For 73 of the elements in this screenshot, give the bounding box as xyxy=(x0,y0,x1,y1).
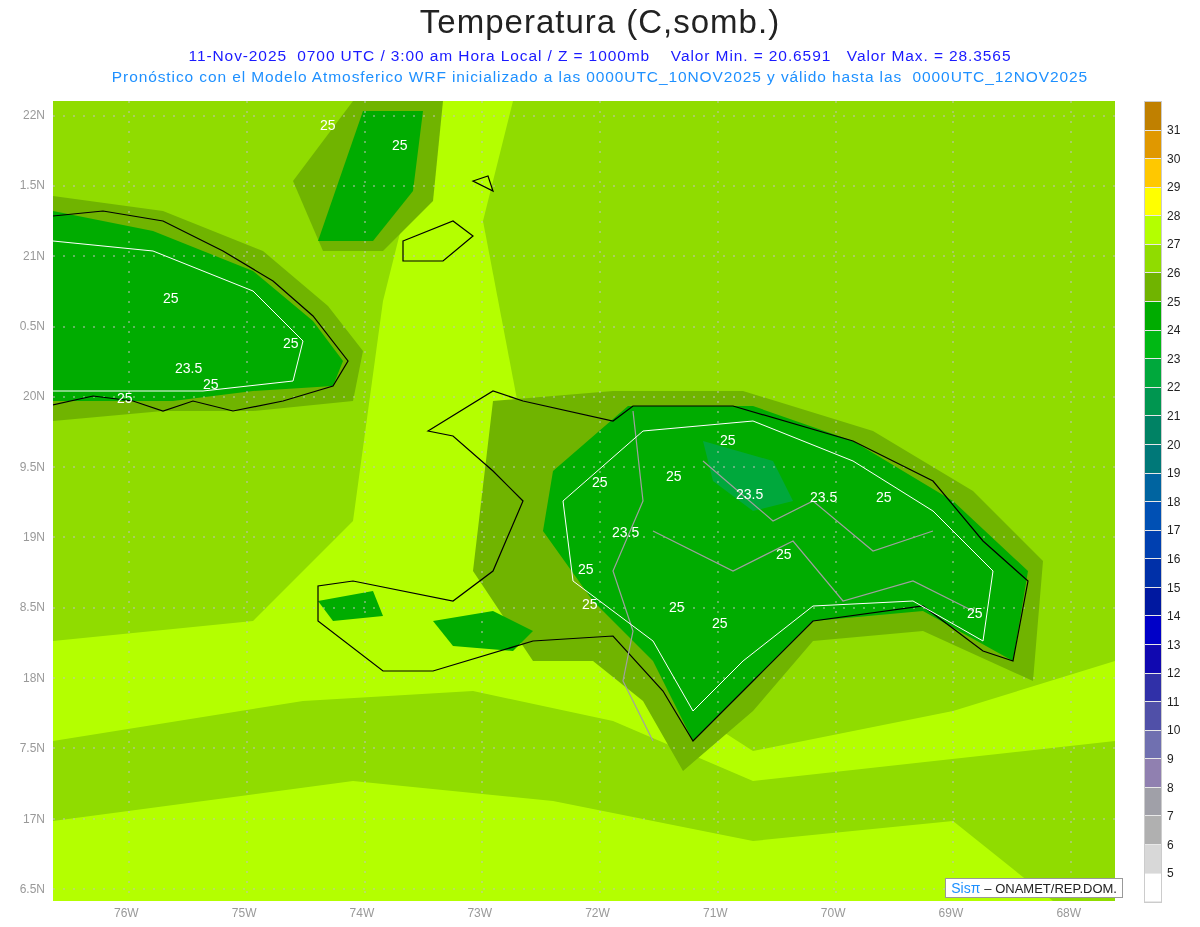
contour-label: 25 xyxy=(712,614,728,632)
longitude-label: 70W xyxy=(820,906,846,920)
scale-label: 29 xyxy=(1167,179,1181,197)
contour-label: 25 xyxy=(592,473,608,491)
scale-label: 19 xyxy=(1167,465,1181,483)
scale-label: 22 xyxy=(1167,379,1181,397)
contour-label: 25 xyxy=(967,604,983,622)
credit-text: – ONAMET/REP.DOM. xyxy=(984,880,1117,896)
scale-label: 20 xyxy=(1167,436,1181,454)
contour-label: 25 xyxy=(666,467,682,485)
latitude-label: 21N xyxy=(23,248,45,263)
scale-label: 18 xyxy=(1167,493,1181,511)
contour-label: 25 xyxy=(776,545,792,563)
latitude-label: 7.5N xyxy=(19,741,45,756)
longitude-label: 68W xyxy=(1056,906,1082,920)
scale-label: 24 xyxy=(1167,322,1181,340)
scale-label: 10 xyxy=(1167,722,1181,740)
contour-label: 25 xyxy=(117,389,133,407)
latitude-label: 22N xyxy=(23,108,45,122)
scale-label: 13 xyxy=(1167,636,1181,654)
scale-label: 30 xyxy=(1167,150,1181,168)
longitude-label: 71W xyxy=(703,906,728,920)
scale-label: 15 xyxy=(1167,579,1181,597)
contour-label: 25 xyxy=(320,116,336,134)
scale-label: 28 xyxy=(1167,207,1181,225)
scale-label: 8 xyxy=(1167,779,1175,797)
chart-subtitle: Pronóstico con el Modelo Atmosferico WRF inicializado a las 0000UTC_10NOV2025 y válido hasta las 0000UTC_12NOV2025 xyxy=(111,67,1089,87)
contour-label: 25 xyxy=(392,136,408,154)
contour-label: 25 xyxy=(669,598,685,616)
scale-label: 9 xyxy=(1167,751,1175,769)
scale-label: 11 xyxy=(1167,693,1181,711)
latitude-label: 19N xyxy=(23,530,45,545)
scale-label: 6 xyxy=(1167,836,1175,854)
scale-label: 5 xyxy=(1167,865,1175,883)
longitude-label: 76W xyxy=(114,906,139,920)
contour-label: 25 xyxy=(203,375,219,393)
longitude-label: 75W xyxy=(231,906,257,920)
scale-label: 26 xyxy=(1167,264,1181,282)
latitude-label: 8.5N xyxy=(19,600,45,615)
chart-title: Temperatura (C,somb.) xyxy=(419,3,781,41)
scale-label: 31 xyxy=(1167,122,1181,139)
contour-label: 25 xyxy=(876,488,892,506)
contour-label: 25 xyxy=(582,595,598,613)
longitude-label: 72W xyxy=(585,906,610,920)
contour-label: 25 xyxy=(283,334,299,352)
scale-label: 12 xyxy=(1167,665,1181,683)
scale-label: 16 xyxy=(1167,550,1181,568)
contour-label: 23.5 xyxy=(612,523,640,541)
scale-label: 14 xyxy=(1167,608,1181,626)
contour-label: 25 xyxy=(720,431,736,449)
scale-label: 21 xyxy=(1167,407,1181,425)
scale-label: 27 xyxy=(1167,236,1181,254)
latitude-label: 17N xyxy=(23,811,45,826)
scale-label: 17 xyxy=(1167,522,1181,540)
contour-label: 25 xyxy=(163,289,179,307)
latitude-label: 0.5N xyxy=(19,319,45,334)
scale-label: 7 xyxy=(1167,808,1175,826)
scale-label: 23 xyxy=(1167,350,1181,368)
latitude-label: 18N xyxy=(23,670,45,685)
longitude-label: 74W xyxy=(349,906,375,920)
contour-label: 23.5 xyxy=(736,485,764,503)
logo-text: Sisπ xyxy=(951,880,981,896)
contour-label: 23.5 xyxy=(810,488,838,506)
longitude-label: 69W xyxy=(938,906,964,920)
latitude-label: 6.5N xyxy=(19,881,45,896)
latitude-label: 1.5N xyxy=(19,178,45,193)
latitude-label: 20N xyxy=(23,389,45,404)
scale-label: 25 xyxy=(1167,293,1181,311)
latitude-label: 9.5N xyxy=(19,459,45,474)
chart-subtitle: 11-Nov-2025 0700 UTC / 3:00 am Hora Local / Z = 1000mb Valor Min. = 20.6591 Valor Max. = 28.3565 xyxy=(188,46,1012,66)
contour-label: 25 xyxy=(578,560,594,578)
longitude-label: 73W xyxy=(467,906,493,920)
contour-label: 23.5 xyxy=(175,359,203,377)
